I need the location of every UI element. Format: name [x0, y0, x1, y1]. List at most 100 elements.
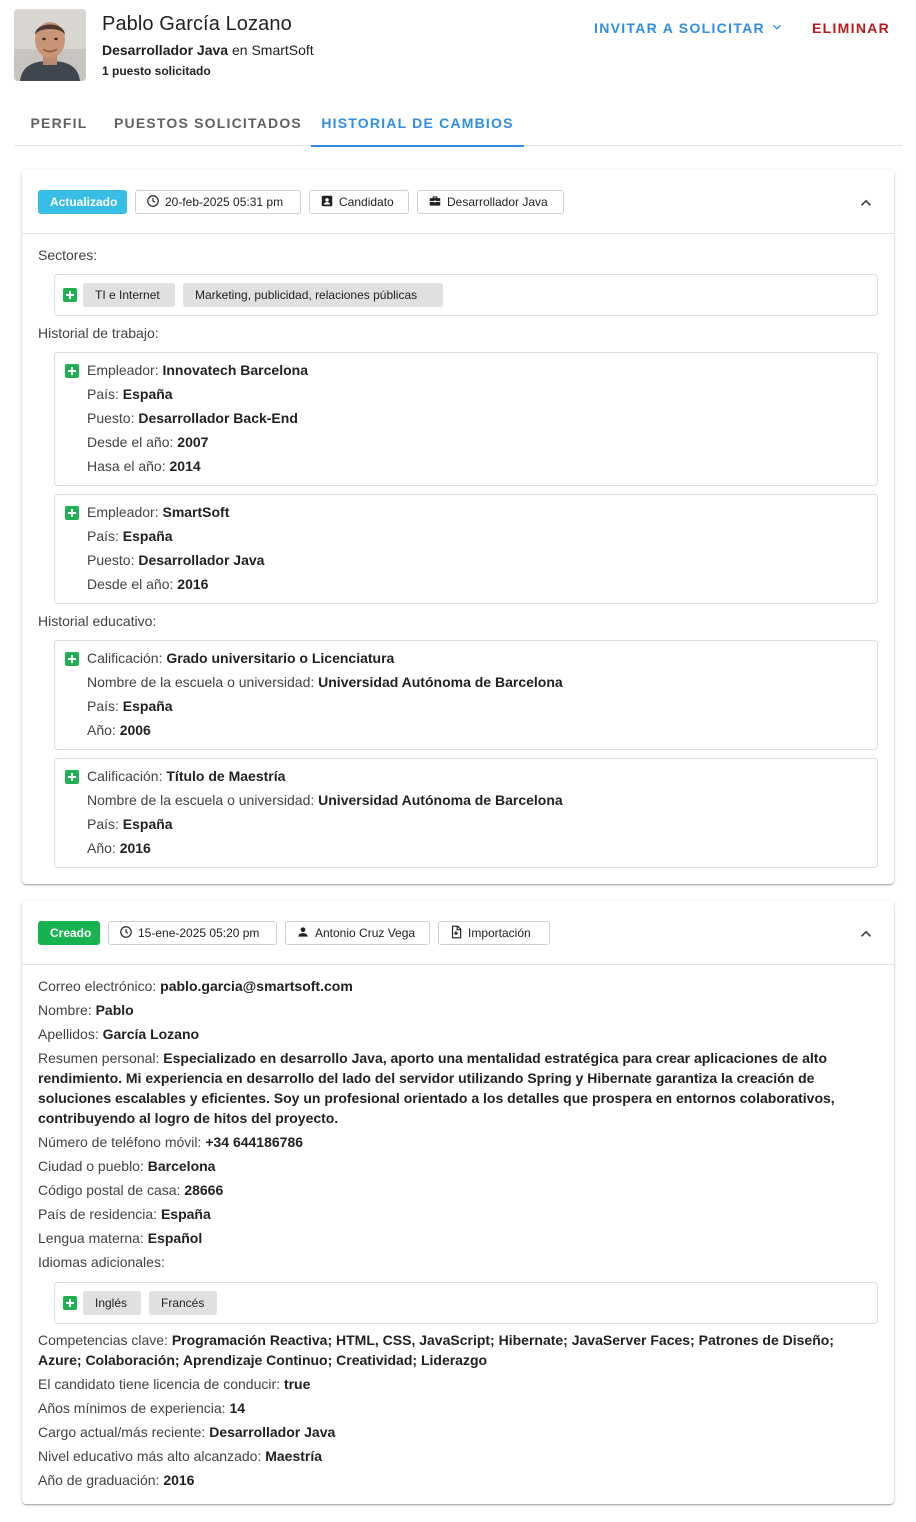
field-employer: Empleador: SmartSoft: [87, 502, 229, 522]
field-value: Calificación:: [87, 650, 163, 666]
field-value: España: [160, 1206, 211, 1222]
field-value: Hasa el año:: [87, 458, 166, 474]
field-last-name: Apellidos: García Lozano: [38, 1024, 199, 1044]
field-value: Ciudad o pueblo:: [38, 1158, 144, 1174]
field-value: Cargo actual/más reciente:: [38, 1424, 206, 1440]
field-current-role: Cargo actual/más reciente: Desarrollador…: [38, 1422, 335, 1442]
candidate-role: Desarrollador Java: [102, 42, 229, 58]
field-native-language: Lengua materna: Español: [38, 1228, 202, 1248]
education-item: Calificación: Título de Maestría Nombre …: [54, 758, 878, 868]
chevron-up-icon: [856, 924, 876, 947]
field-value: Puesto:: [87, 410, 135, 426]
field-additional-languages-label: Idiomas adicionales:: [38, 1252, 165, 1272]
sectors-box: TI e Internet Marketing, publicidad, rel…: [54, 274, 878, 316]
field-value: Universidad Autónoma de Barcelona: [318, 674, 563, 690]
import-file-icon: [449, 925, 463, 942]
work-history-item: Empleador: Innovatech Barcelona País: Es…: [54, 352, 878, 486]
field-value: Pablo: [95, 1002, 134, 1018]
clock-icon: [146, 194, 160, 211]
applied-count: 1 puesto solicitado: [102, 64, 211, 78]
sectors-label: Sectores:: [38, 247, 98, 263]
field-value: 14: [229, 1400, 246, 1416]
field-value: Desarrollador Back-End: [138, 410, 298, 426]
education-history-label: Historial educativo:: [38, 613, 157, 629]
field-value: Nombre:: [38, 1002, 92, 1018]
field-value: Grado universitario o Licenciatura: [166, 650, 395, 666]
field-value: Universidad Autónoma de Barcelona: [318, 792, 563, 808]
context-chip: Desarrollador Java: [417, 190, 564, 214]
entry-header[interactable]: Creado 15-ene-2025 05:20 pm Antonio Cruz…: [22, 901, 894, 965]
chevron-down-icon: [769, 19, 785, 38]
language-chip: Inglés: [83, 1291, 141, 1315]
field-value: Desde el año:: [87, 434, 174, 450]
history-entry-created: Creado 15-ene-2025 05:20 pm Antonio Cruz…: [22, 901, 894, 1504]
field-phone: Número de teléfono móvil: +34 644186786: [38, 1132, 303, 1152]
added-icon: [63, 1296, 77, 1310]
candidate-header: Pablo García Lozano Desarrollador Java e…: [0, 0, 916, 100]
collapse-button[interactable]: [854, 923, 878, 947]
delete-button[interactable]: ELIMINAR: [802, 14, 900, 42]
candidate-role-line: Desarrollador Java en SmartSoft: [102, 42, 314, 58]
field-value: Maestría: [265, 1448, 323, 1464]
field-value: España: [122, 698, 173, 714]
field-value: Número de teléfono móvil:: [38, 1134, 202, 1150]
tab-change-history[interactable]: HISTORIAL DE CAMBIOS: [311, 100, 524, 147]
context-chip: Importación: [438, 921, 550, 945]
field-value: Código postal de casa:: [38, 1182, 181, 1198]
added-icon: [65, 364, 79, 378]
added-icon: [63, 288, 77, 302]
field-year: Año: 2006: [87, 720, 151, 740]
field-value: 2007: [177, 434, 209, 450]
added-icon: [65, 506, 79, 520]
field-school: Nombre de la escuela o universidad: Univ…: [87, 790, 563, 810]
field-value: El candidato tiene licencia de conducir:: [38, 1376, 281, 1392]
field-driving-license: El candidato tiene licencia de conducir:…: [38, 1374, 310, 1394]
context-text: Importación: [468, 926, 531, 940]
work-history-label: Historial de trabajo:: [38, 325, 159, 341]
field-summary: Resumen personal: Especializado en desar…: [38, 1048, 878, 1128]
actor-chip: Antonio Cruz Vega: [285, 921, 430, 945]
field-value: Años mínimos de experiencia:: [38, 1400, 226, 1416]
field-value: Nombre de la escuela o universidad:: [87, 792, 315, 808]
briefcase-icon: [428, 194, 442, 211]
field-value: Empleador:: [87, 504, 159, 520]
field-from-year: Desde el año: 2016: [87, 574, 208, 594]
entry-body: Sectores: TI e Internet Marketing, publi…: [22, 234, 894, 884]
field-value: Desde el año:: [87, 576, 174, 592]
added-icon: [65, 770, 79, 784]
tab-applied-positions[interactable]: PUESTOS SOLICITADOS: [108, 100, 308, 146]
clock-icon: [119, 925, 133, 942]
field-value: Año:: [87, 722, 116, 738]
entry-header[interactable]: Actualizado 20-feb-2025 05:31 pm Candida…: [22, 170, 894, 234]
field-value: País:: [87, 386, 119, 402]
tab-profile[interactable]: PERFIL: [14, 100, 104, 146]
field-value: Puesto:: [87, 552, 135, 568]
field-country: País: España: [87, 526, 173, 546]
field-value: 2006: [119, 722, 151, 738]
field-degree: Calificación: Título de Maestría: [87, 766, 285, 786]
field-value: Español: [147, 1230, 203, 1246]
candidate-name: Pablo García Lozano: [102, 13, 292, 35]
field-min-experience: Años mínimos de experiencia: 14: [38, 1398, 245, 1418]
collapse-button[interactable]: [854, 192, 878, 216]
invite-to-apply-button[interactable]: INVITAR A SOLICITAR: [584, 14, 795, 42]
context-text: Desarrollador Java: [447, 195, 548, 209]
field-email: Correo electrónico: pablo.garcia@smartso…: [38, 976, 353, 996]
sector-chip: TI e Internet: [83, 283, 175, 307]
field-value: Título de Maestría: [166, 768, 286, 784]
field-value: 2016: [163, 1472, 195, 1488]
actor-text: Antonio Cruz Vega: [315, 926, 416, 940]
history-entry-updated: Actualizado 20-feb-2025 05:31 pm Candida…: [22, 170, 894, 884]
added-icon: [65, 652, 79, 666]
field-value: 2016: [119, 840, 151, 856]
person-icon: [296, 925, 310, 942]
field-position: Puesto: Desarrollador Java: [87, 550, 264, 570]
tab-bar: PERFIL PUESTOS SOLICITADOS HISTORIAL DE …: [14, 100, 902, 147]
field-value: Empleador:: [87, 362, 159, 378]
field-value: 28666: [184, 1182, 224, 1198]
field-value: Apellidos:: [38, 1026, 99, 1042]
field-value: Desarrollador Java: [209, 1424, 336, 1440]
field-value: Nivel educativo más alto alcanzado:: [38, 1448, 262, 1464]
field-education-level: Nivel educativo más alto alcanzado: Maes…: [38, 1446, 322, 1466]
field-degree: Calificación: Grado universitario o Lice…: [87, 648, 394, 668]
